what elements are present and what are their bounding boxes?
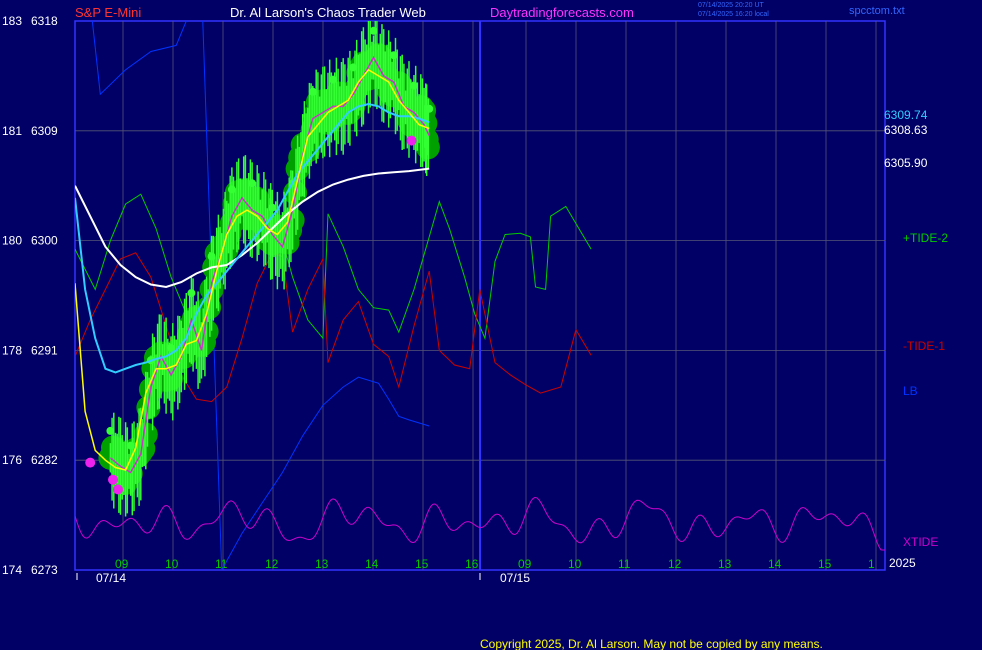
y-tick-left: 180 (2, 234, 22, 248)
y-tick-left: 181 (2, 124, 22, 138)
x-date-label: 07/14 (96, 571, 126, 585)
price-high-dot (248, 179, 257, 188)
x-tick-hour: 14 (768, 557, 782, 571)
site-link[interactable]: Daytradingforecasts.com (490, 5, 634, 20)
y-tick-price: 6318 (31, 14, 58, 28)
x-tick-hour: 12 (265, 557, 279, 571)
y-tick-price: 6273 (31, 563, 58, 577)
chart-svg: S&P E-Mini Dr. Al Larson's Chaos Trader … (2, 2, 948, 650)
y-tick-left: 174 (2, 563, 22, 577)
x-tick-hour: 16 (465, 557, 479, 571)
low-marker (406, 135, 417, 146)
y-tick-left: 183 (2, 14, 22, 28)
x-tick-hour: 13 (315, 557, 329, 571)
low-marker (108, 474, 118, 485)
x-tick-hour: 10 (568, 557, 582, 571)
y-tick-left: 178 (2, 343, 22, 357)
x-tick-hour: 1 (868, 557, 875, 571)
price-high-dot (308, 87, 317, 96)
x-tick-hour: 09 (115, 557, 129, 571)
price-high-dot (369, 26, 378, 35)
tide-plus-line (75, 185, 592, 341)
price-high-dot (126, 441, 135, 450)
series-label-xtide: XTIDE (903, 535, 938, 549)
x-year-label: 2025 (889, 556, 916, 570)
timestamp-local: 07/14/2025 16:20 local (698, 11, 769, 18)
low-marker (113, 484, 123, 495)
price-high-dot (207, 252, 216, 261)
price-high-dot (106, 426, 115, 435)
x-tick-hour: 15 (415, 557, 429, 571)
x-tick-hour: 11 (618, 557, 631, 571)
x-date-label: 07/15 (500, 571, 530, 585)
instrument-label: S&P E-Mini (75, 5, 141, 20)
price-high-dot (329, 75, 338, 84)
price-high-dot (349, 63, 358, 72)
price-high-dot (425, 104, 434, 113)
y-tick-left: 176 (2, 453, 22, 467)
timestamp-utc: 07/14/2025 20:20 UT (698, 2, 764, 9)
series-label-tide-plus: +TIDE-2 (903, 231, 948, 245)
y-tick-price: 6291 (31, 343, 58, 357)
x-tick-hour: 14 (365, 557, 379, 571)
chart-title: Dr. Al Larson's Chaos Trader Web (230, 5, 426, 20)
y-tick-price: 6300 (31, 234, 58, 248)
price-high-dot (227, 185, 236, 194)
y-tick-price: 6309 (31, 124, 58, 138)
price-high-dot (268, 203, 277, 212)
x-tick-hour: 13 (718, 557, 732, 571)
price-label-ma-slow: 6305.90 (884, 156, 928, 170)
price-high-dot (389, 51, 398, 60)
x-tick-hour: 09 (518, 557, 532, 571)
price-label-last: 6308.63 (884, 123, 928, 137)
x-tick-hour: 10 (165, 557, 179, 571)
price-high-dot (410, 81, 418, 90)
y-tick-price: 6282 (31, 453, 58, 467)
low-marker (85, 457, 96, 468)
series-label-lb: LB (903, 384, 918, 398)
price-label-ma-mid: 6309.74 (884, 108, 928, 122)
x-tick-hour: 12 (668, 557, 682, 571)
series-label-tide-minus: -TIDE-1 (903, 339, 945, 353)
data-file-label: spcctom.txt (849, 5, 905, 17)
copyright: Copyright 2025, Dr. Al Larson. May not b… (480, 637, 823, 650)
price-high-dot (187, 289, 196, 298)
x-tick-hour: 15 (818, 557, 832, 571)
y-axis-labels: 183 6318 181 6309 180 6300 178 6291 176 6282 174 62… (2, 14, 58, 577)
